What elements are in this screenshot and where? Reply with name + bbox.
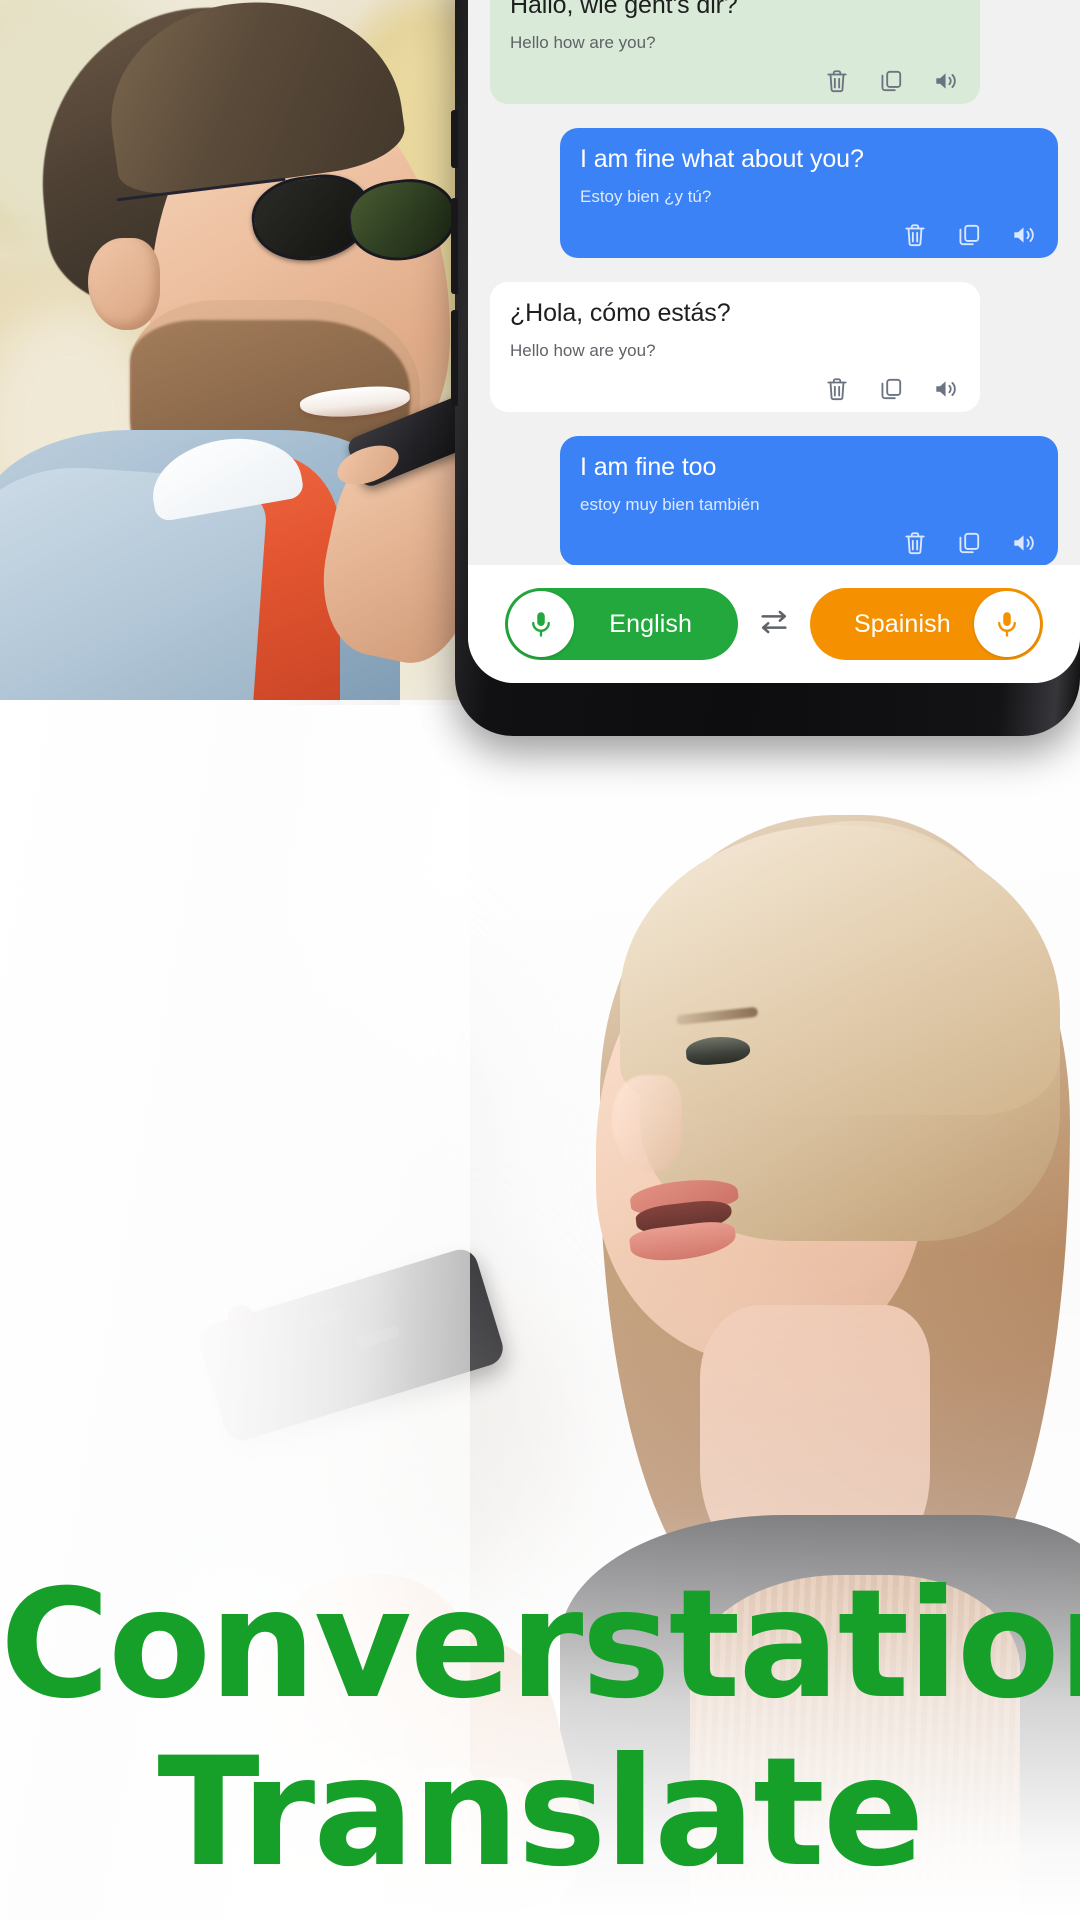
copy-icon[interactable] (956, 530, 982, 556)
delete-icon[interactable] (824, 376, 850, 402)
message-translation-text: Hello how are you? (510, 33, 656, 52)
phone-mockup: Hallo, wie geht's dir? Hello how are you… (451, 0, 1080, 736)
page-title: Converstation Translate (0, 1570, 1080, 1888)
message-bubble[interactable]: Hallo, wie geht's dir? Hello how are you… (490, 0, 980, 105)
woman-bangs (620, 825, 1060, 1115)
message-actions (580, 222, 1038, 248)
copy-icon[interactable] (956, 222, 982, 248)
message-actions (510, 376, 960, 402)
message-bubble[interactable]: I am fine what about you? Estoy bien ¿y … (560, 128, 1058, 259)
message-translation-text: Estoy bien ¿y tú? (580, 187, 712, 207)
message-translation-text: Hello how are you? (510, 341, 656, 361)
language-selector-bar: English Spainish (468, 565, 1080, 683)
message-primary-text: ¿Hola, cómo estás? (510, 299, 731, 328)
hero-photo-man-speaking (0, 0, 471, 705)
headline-line-1: Converstation (0, 1558, 1080, 1732)
phone-mute-switch[interactable] (451, 110, 458, 168)
target-language-label: Spainish (854, 609, 951, 638)
source-language-label: English (609, 609, 692, 638)
man-ear (88, 238, 160, 330)
message-translation-text: estoy muy bien también (580, 495, 760, 515)
delete-icon[interactable] (824, 68, 850, 94)
phone-volume-down-button[interactable] (451, 310, 458, 406)
microphone-icon[interactable] (508, 591, 574, 657)
conversation-list[interactable]: Hallo, wie geht's dir? Hello how are you… (468, 0, 1080, 567)
speaker-icon[interactable] (932, 376, 958, 402)
swap-languages-button[interactable] (738, 602, 810, 647)
message-bubble[interactable]: I am fine too estoy muy bien también (560, 436, 1058, 567)
speaker-icon[interactable] (932, 68, 958, 94)
phone-volume-up-button[interactable] (451, 198, 458, 294)
source-language-button[interactable]: English (505, 588, 738, 660)
copy-icon[interactable] (878, 376, 904, 402)
message-actions (580, 530, 1038, 556)
speaker-icon[interactable] (1010, 530, 1036, 556)
speaker-icon[interactable] (1010, 222, 1036, 248)
target-language-button[interactable]: Spainish (810, 588, 1043, 660)
message-primary-text: I am fine too (580, 453, 717, 482)
message-bubble[interactable]: ¿Hola, cómo estás? Hello how are you? (490, 282, 980, 413)
phone-screen: Hallo, wie geht's dir? Hello how are you… (468, 0, 1080, 683)
delete-icon[interactable] (902, 530, 928, 556)
message-primary-text: I am fine what about you? (580, 145, 864, 174)
message-primary-text: Hallo, wie geht's dir? (510, 0, 738, 19)
copy-icon[interactable] (878, 68, 904, 94)
headline-line-2: Translate (157, 1726, 924, 1900)
swap-horizontal-icon (754, 602, 794, 647)
microphone-icon[interactable] (974, 591, 1040, 657)
delete-icon[interactable] (902, 222, 928, 248)
message-actions (510, 68, 960, 94)
